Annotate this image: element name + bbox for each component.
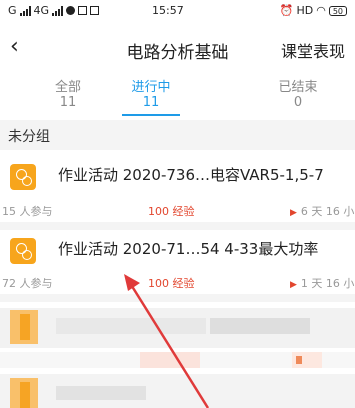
screen: G 4G 15:57 ⏰ HD ◠ 50 ‹ 电路分析基础 课堂表现 全部 11… bbox=[0, 0, 355, 408]
annotation-arrow-icon bbox=[124, 274, 210, 408]
